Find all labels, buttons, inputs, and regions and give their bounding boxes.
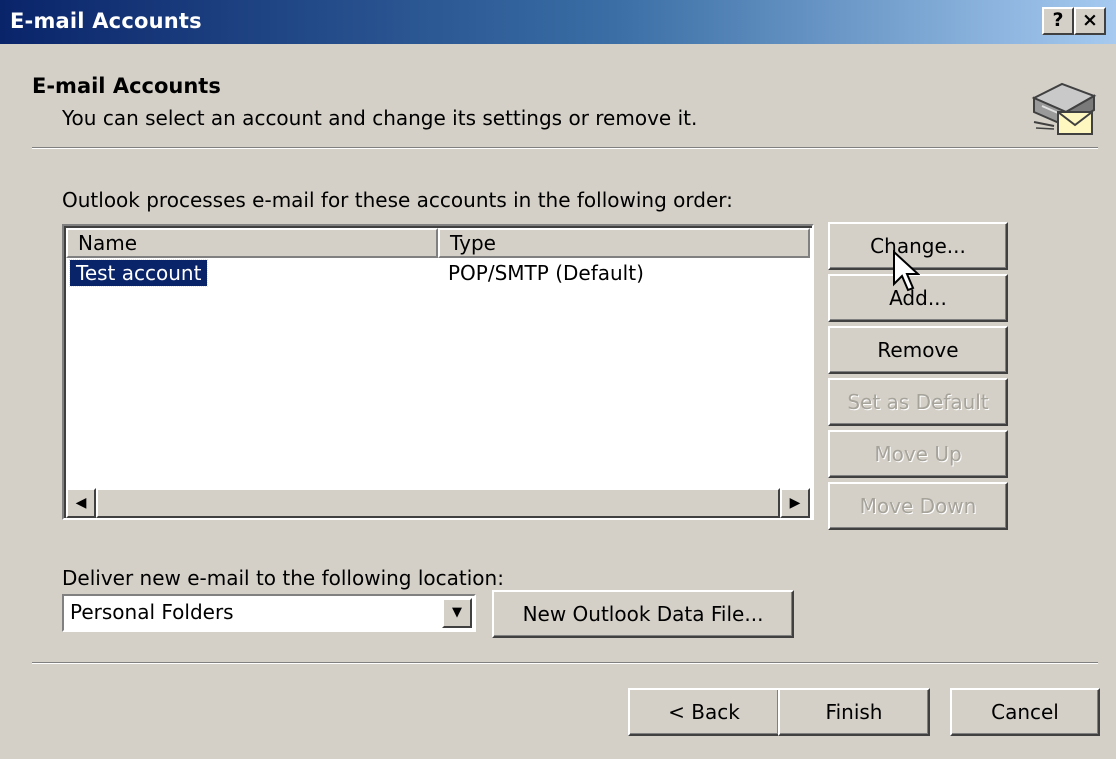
window-title: E-mail Accounts [10, 9, 202, 33]
column-header-name[interactable]: Name [66, 228, 438, 258]
help-button[interactable]: ? [1042, 7, 1074, 35]
move-up-button[interactable]: Move Up [828, 430, 1008, 478]
email-accounts-dialog: E-mail Accounts ? × E-mail Accounts You … [0, 0, 1116, 759]
scroll-right-icon[interactable]: ▶ [780, 488, 810, 518]
remove-button[interactable]: Remove [828, 326, 1008, 374]
finish-button[interactable]: Finish [778, 688, 930, 736]
footer-separator [32, 662, 1098, 664]
delivery-location-value: Personal Folders [70, 600, 234, 624]
header-subtitle: You can select an account and change its… [62, 106, 698, 130]
email-accounts-icon [1031, 82, 1097, 135]
account-type-cell: POP/SMTP (Default) [448, 261, 644, 285]
accounts-order-label: Outlook processes e-mail for these accou… [62, 188, 733, 212]
scroll-left-icon[interactable]: ◀ [66, 488, 96, 518]
move-down-button[interactable]: Move Down [828, 482, 1008, 530]
delivery-location-label: Deliver new e-mail to the following loca… [62, 566, 504, 590]
horizontal-scrollbar[interactable]: ◀ ▶ [66, 488, 810, 518]
column-header-type[interactable]: Type [438, 228, 810, 258]
mouse-pointer-icon [893, 250, 920, 292]
header-title: E-mail Accounts [32, 74, 221, 98]
dropdown-arrow-icon[interactable]: ▼ [442, 598, 472, 628]
table-row[interactable]: Test account POP/SMTP (Default) [66, 258, 810, 288]
account-name-cell[interactable]: Test account [68, 259, 209, 287]
delivery-location-select[interactable]: Personal Folders ▼ [62, 594, 476, 632]
accounts-list[interactable]: Name Type Test account POP/SMTP (Default… [62, 224, 814, 520]
scroll-thumb[interactable] [96, 488, 780, 518]
cancel-button[interactable]: Cancel [950, 688, 1100, 736]
close-button[interactable]: × [1074, 7, 1106, 35]
set-as-default-button[interactable]: Set as Default [828, 378, 1008, 426]
new-outlook-data-file-button[interactable]: New Outlook Data File... [492, 590, 794, 638]
back-button[interactable]: < Back [628, 688, 780, 736]
header-separator [32, 147, 1098, 149]
title-bar: E-mail Accounts ? × [0, 0, 1116, 44]
